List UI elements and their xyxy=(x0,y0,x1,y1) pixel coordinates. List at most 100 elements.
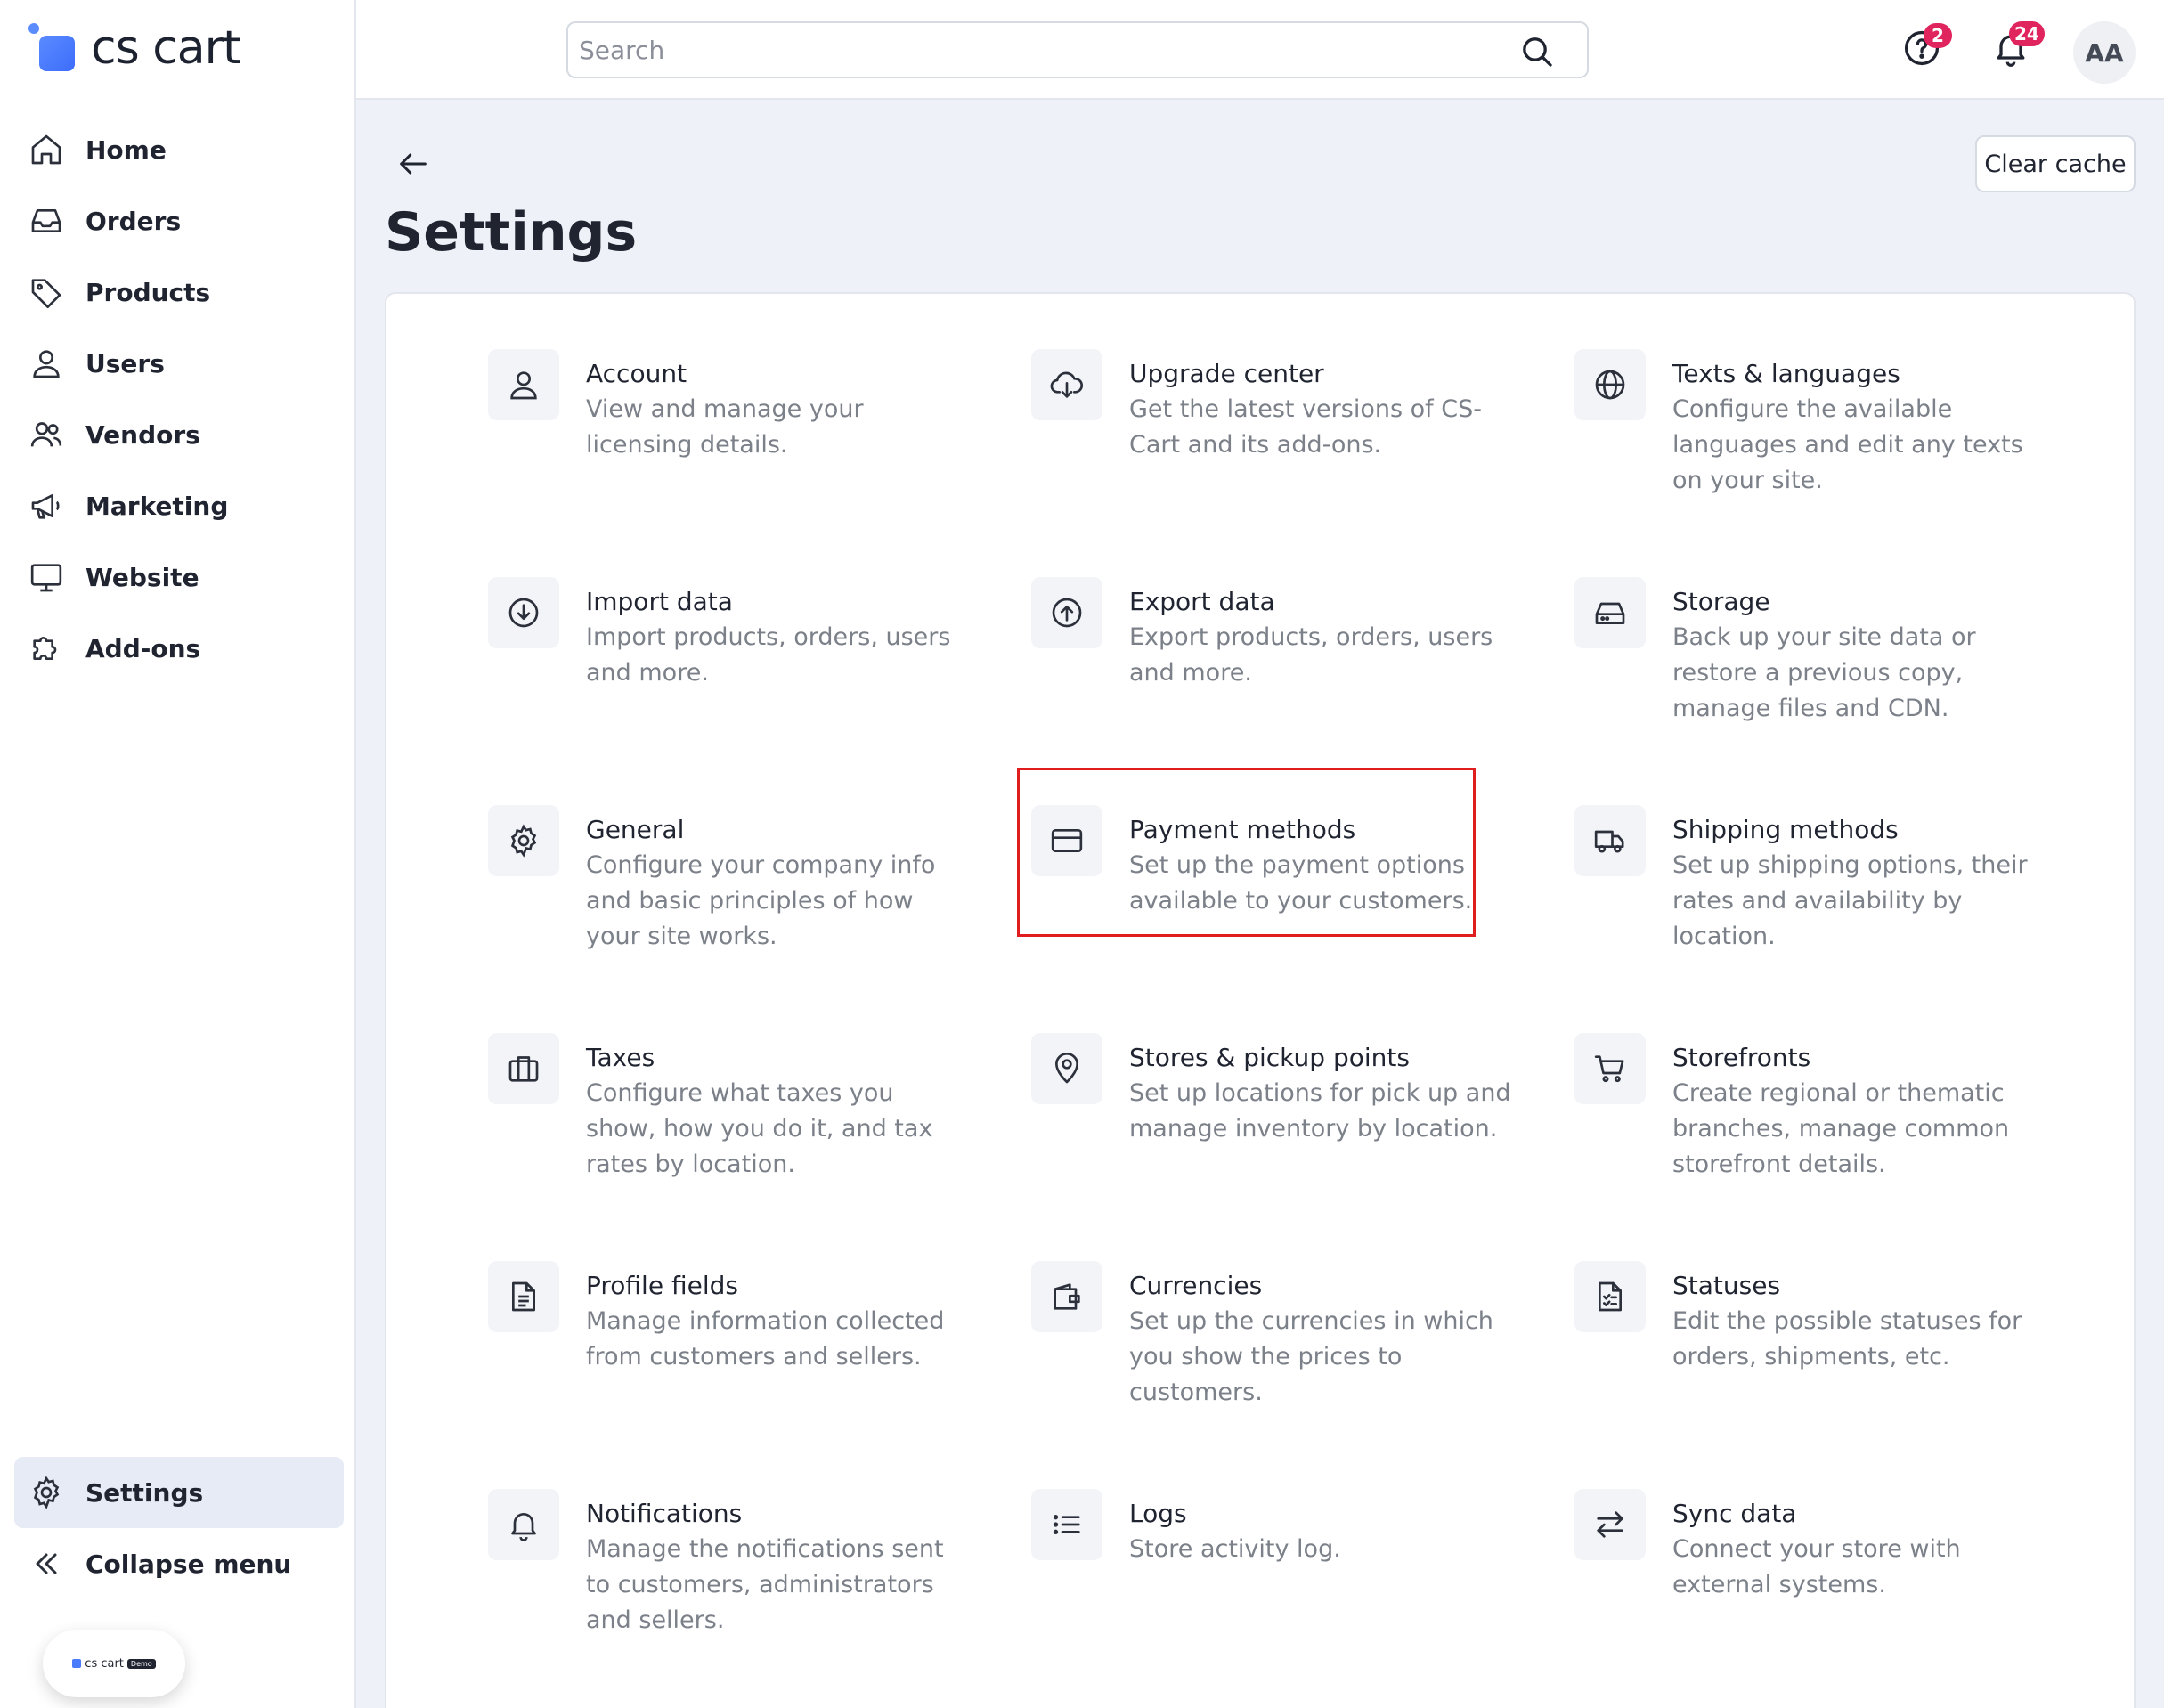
settings-tile-general[interactable]: General Configure your company info and … xyxy=(488,805,969,955)
tile-text: General Configure your company info and … xyxy=(586,805,969,955)
settings-tile-shipping-methods[interactable]: Shipping methods Set up shipping options… xyxy=(1574,805,2055,955)
tile-icon-box xyxy=(1031,805,1102,876)
monitor-icon xyxy=(30,564,62,592)
tile-description: Configure your company info and basic pr… xyxy=(586,851,936,950)
hard-drive-icon xyxy=(1595,602,1625,624)
tile-description: Set up locations for pick up and manage … xyxy=(1129,1079,1511,1143)
tile-icon-box xyxy=(488,577,559,648)
tile-title: Logs xyxy=(1129,1499,1187,1528)
sidebar-item-website[interactable]: Website xyxy=(14,541,344,613)
logo-mark-icon xyxy=(28,23,78,73)
settings-tile-notifications[interactable]: Notifications Manage the notifications s… xyxy=(488,1489,969,1639)
sidebar-item-label: Orders xyxy=(85,206,182,236)
settings-tile-texts-languages[interactable]: Texts & languages Configure the availabl… xyxy=(1574,349,2055,499)
tile-icon-box xyxy=(1574,349,1646,420)
tile-title: Notifications xyxy=(586,1499,743,1528)
home-icon xyxy=(31,134,61,165)
settings-tile-statuses[interactable]: Statuses Edit the possible statuses for … xyxy=(1574,1261,2055,1375)
tile-title: Statuses xyxy=(1672,1271,1781,1300)
settings-tile-account[interactable]: Account View and manage your licensing d… xyxy=(488,349,969,463)
settings-tile-import-data[interactable]: Import data Import products, orders, use… xyxy=(488,577,969,691)
arrows-exchange-icon xyxy=(1597,1511,1623,1538)
puzzle-icon xyxy=(33,637,57,660)
tile-text: Logs Store activity log. xyxy=(1129,1489,1512,1567)
mini-logo-icon xyxy=(72,1659,82,1668)
tile-title: Currencies xyxy=(1129,1271,1263,1300)
back-arrow-icon[interactable] xyxy=(395,146,431,182)
sidebar-item-label: Users xyxy=(85,348,165,378)
user-icon xyxy=(510,371,537,400)
sidebar-nav: Home Orders Products Users Vendors Marke… xyxy=(14,114,344,684)
search-icon[interactable] xyxy=(1519,34,1555,69)
settings-tile-taxes[interactable]: Taxes Configure what taxes you show, how… xyxy=(488,1033,969,1183)
tile-text: Profile fields Manage information collec… xyxy=(586,1261,969,1375)
sidebar-item-orders[interactable]: Orders xyxy=(14,185,344,256)
sidebar-item-label: Collapse menu xyxy=(85,1549,292,1579)
logo[interactable]: cs cart xyxy=(28,20,240,77)
settings-tile-stores-pickup[interactable]: Stores & pickup points Set up locations … xyxy=(1031,1033,1512,1147)
tile-title: Storage xyxy=(1672,587,1770,616)
help-button[interactable]: 2 xyxy=(1900,0,1972,100)
sidebar-item-label: Add-ons xyxy=(85,633,201,663)
tile-text: Storefronts Create regional or thematic … xyxy=(1672,1033,2055,1183)
tile-description: Export products, orders, users and more. xyxy=(1129,623,1493,687)
sidebar-item-home[interactable]: Home xyxy=(14,114,344,185)
tile-text: Stores & pickup points Set up locations … xyxy=(1129,1033,1512,1147)
tile-icon-box xyxy=(1574,1261,1646,1332)
logo-text: cs cart xyxy=(91,21,240,75)
checklist-icon xyxy=(1599,1281,1622,1312)
sidebar-item-users[interactable]: Users xyxy=(14,328,344,399)
settings-tile-export-data[interactable]: Export data Export products, orders, use… xyxy=(1031,577,1512,691)
sidebar-item-marketing[interactable]: Marketing xyxy=(14,470,344,541)
tile-text: Texts & languages Configure the availabl… xyxy=(1672,349,2055,499)
settings-tile-profile-fields[interactable]: Profile fields Manage information collec… xyxy=(488,1261,969,1375)
notifications-button[interactable]: 24 xyxy=(1989,0,2061,100)
settings-tile-sync-data[interactable]: Sync data Connect your store with extern… xyxy=(1574,1489,2055,1603)
tile-title: Sync data xyxy=(1672,1499,1797,1528)
sidebar-item-products[interactable]: Products xyxy=(14,256,344,328)
tile-text: Statuses Edit the possible statuses for … xyxy=(1672,1261,2055,1375)
tile-title: Storefronts xyxy=(1672,1043,1811,1072)
settings-card: Account View and manage your licensing d… xyxy=(385,292,2136,1708)
topbar: 2 24 AA xyxy=(356,0,2164,100)
sidebar-item-label: Vendors xyxy=(85,419,200,450)
tile-icon-box xyxy=(1031,1033,1102,1104)
settings-tile-upgrade-center[interactable]: Upgrade center Get the latest versions o… xyxy=(1031,349,1512,463)
tile-icon-box xyxy=(1031,1489,1102,1560)
sidebar-item-vendors[interactable]: Vendors xyxy=(14,399,344,470)
tile-icon-box xyxy=(1574,1489,1646,1560)
gear-icon xyxy=(510,824,537,858)
tile-title: Stores & pickup points xyxy=(1129,1043,1410,1072)
cart-icon xyxy=(1594,1055,1624,1083)
tile-description: Back up your site data or restore a prev… xyxy=(1672,623,1976,722)
sidebar-item-addons[interactable]: Add-ons xyxy=(14,613,344,684)
tile-text: Sync data Connect your store with extern… xyxy=(1672,1489,2055,1603)
sidebar-item-label: Home xyxy=(85,134,167,165)
tile-icon-box xyxy=(488,805,559,876)
tile-title: Taxes xyxy=(586,1043,655,1072)
settings-tile-storage[interactable]: Storage Back up your site data or restor… xyxy=(1574,577,2055,727)
settings-tile-logs[interactable]: Logs Store activity log. xyxy=(1031,1489,1512,1567)
tile-text: Upgrade center Get the latest versions o… xyxy=(1129,349,1512,463)
demo-badge[interactable]: cs cart Demo xyxy=(43,1630,185,1697)
tile-icon-box xyxy=(488,1489,559,1560)
tile-icon-box xyxy=(1574,805,1646,876)
settings-tile-payment-methods[interactable]: Payment methods Set up the payment optio… xyxy=(1031,805,1512,919)
avatar[interactable]: AA xyxy=(2073,21,2136,84)
list-icon xyxy=(1053,1514,1080,1535)
tile-icon-box xyxy=(1031,577,1102,648)
tile-text: Taxes Configure what taxes you show, how… xyxy=(586,1033,969,1183)
search-input[interactable] xyxy=(579,35,1469,65)
tile-icon-box xyxy=(1031,1261,1102,1332)
credit-card-icon xyxy=(1051,829,1083,852)
settings-tile-currencies[interactable]: Currencies Set up the currencies in whic… xyxy=(1031,1261,1512,1411)
settings-tile-storefronts[interactable]: Storefronts Create regional or thematic … xyxy=(1574,1033,2055,1183)
collapse-menu-button[interactable]: Collapse menu xyxy=(14,1528,344,1599)
tile-description: Import products, orders, users and more. xyxy=(586,623,951,687)
clear-cache-button[interactable]: Clear cache xyxy=(1975,135,2136,192)
sidebar-item-settings[interactable]: Settings xyxy=(14,1457,344,1528)
tile-icon-box xyxy=(488,349,559,420)
sidebar-bottom: Settings Collapse menu xyxy=(14,1457,344,1599)
chevrons-left-icon xyxy=(36,1553,57,1574)
globe-icon xyxy=(1595,370,1625,400)
